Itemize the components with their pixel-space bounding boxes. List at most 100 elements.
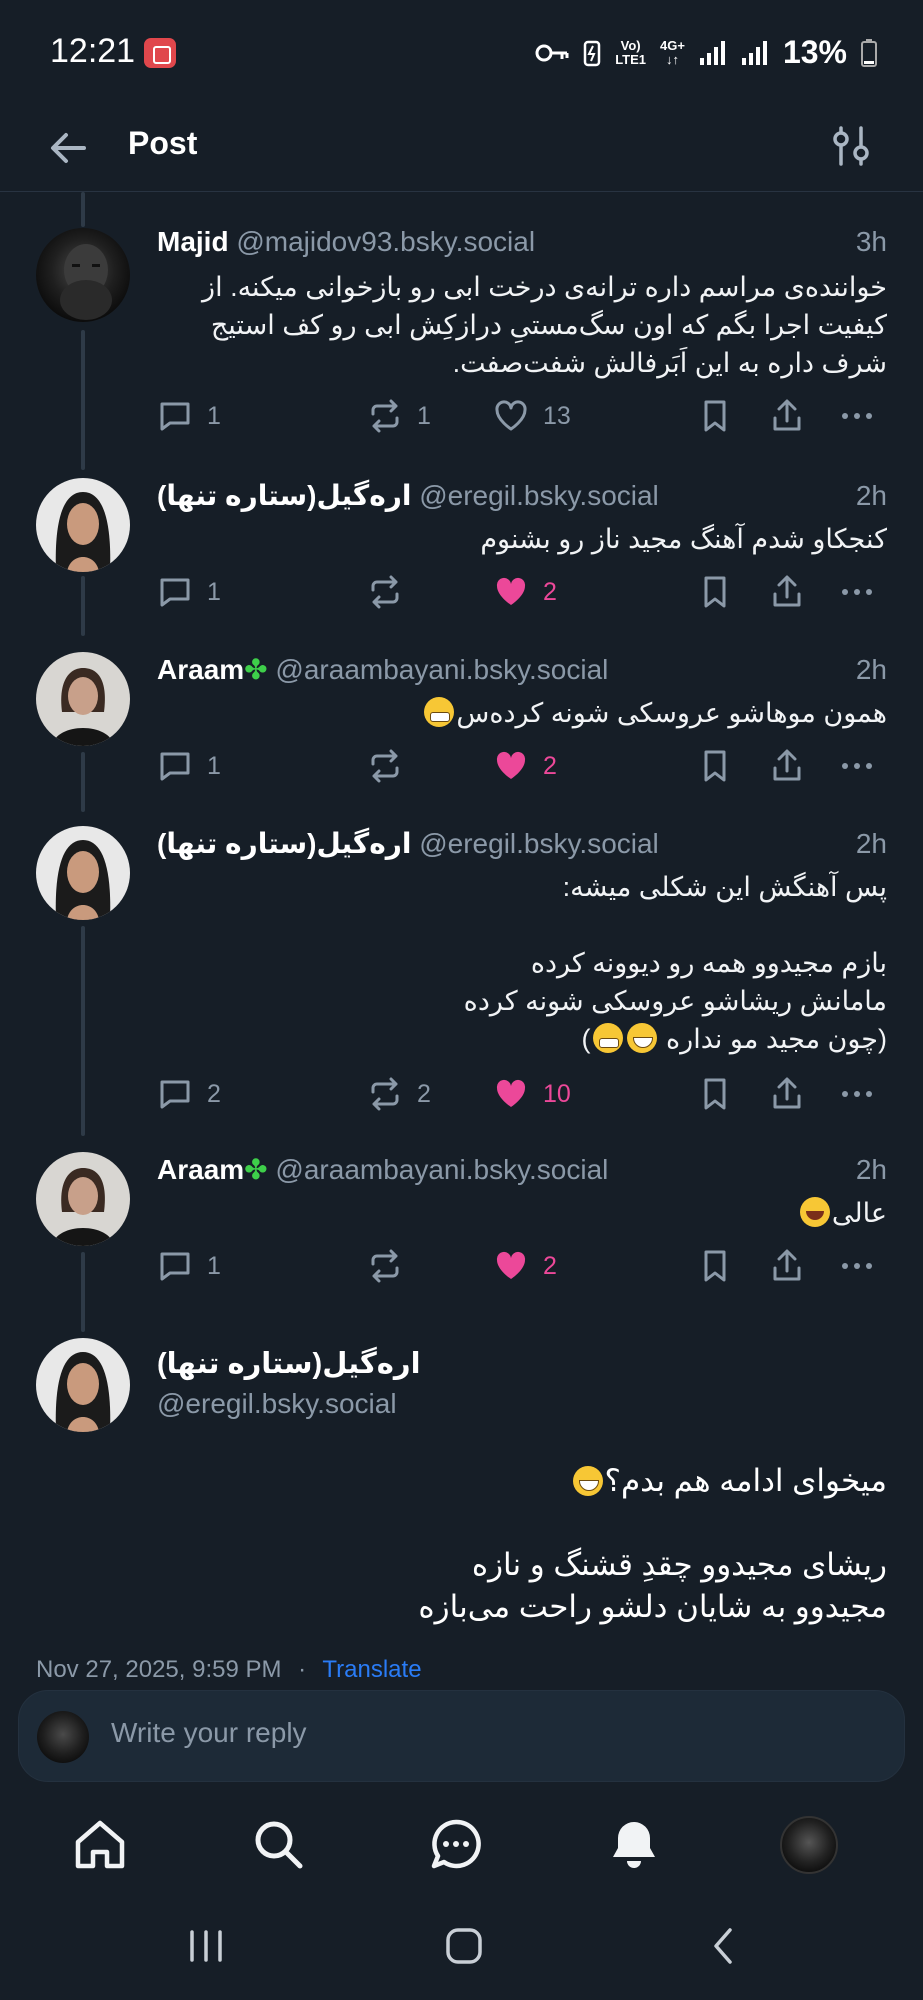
- share-button[interactable]: [769, 1248, 805, 1284]
- repost-button[interactable]: [367, 748, 403, 784]
- system-navigation-bar: [0, 1900, 923, 2000]
- post-actions: 1 2: [157, 748, 887, 792]
- more-button[interactable]: [839, 1248, 875, 1284]
- thread-settings-icon[interactable]: [829, 124, 873, 168]
- bookmark-button[interactable]: [697, 574, 733, 610]
- author-name[interactable]: Araam✤: [157, 654, 268, 685]
- reply-icon: [160, 578, 190, 607]
- like-button[interactable]: 2: [493, 748, 557, 784]
- post-time[interactable]: 2h: [856, 650, 887, 690]
- bottom-tab-bar: [0, 1790, 923, 1900]
- clover-emoji-icon: ✤: [244, 1154, 268, 1185]
- author-handle[interactable]: @majidov93.bsky.social: [236, 226, 535, 257]
- lte-label: LTE1: [615, 51, 647, 67]
- avatar-face-icon: [55, 840, 111, 920]
- repost-count: 1: [417, 401, 431, 430]
- bookmark-button[interactable]: [697, 1076, 733, 1112]
- share-icon: [773, 1249, 801, 1281]
- post-time[interactable]: 3h: [856, 222, 887, 262]
- thread-post[interactable]: Araam✤ @araambayani.bsky.social 2h همون …: [0, 650, 923, 800]
- reply-placeholder[interactable]: Write your reply: [111, 1717, 307, 1749]
- author-name[interactable]: اره‌گیل(ستاره تنها): [157, 1346, 421, 1381]
- status-time: 12:21: [50, 32, 136, 70]
- notifications-bell-icon[interactable]: [606, 1816, 662, 1872]
- more-button[interactable]: [839, 574, 875, 610]
- bookmark-button[interactable]: [697, 748, 733, 784]
- bookmark-button[interactable]: [697, 398, 733, 434]
- share-button[interactable]: [769, 748, 805, 784]
- repost-button[interactable]: [367, 1248, 403, 1284]
- battery-icon: [861, 38, 877, 67]
- back-nav-icon[interactable]: [704, 1926, 744, 1966]
- thread-post[interactable]: اره‌گیل(ستاره تنها) @eregil.bsky.social …: [0, 476, 923, 626]
- author-name[interactable]: اره‌گیل(ستاره تنها): [157, 480, 411, 511]
- post-text-line: میخوای ادامه هم بدم؟: [36, 1460, 887, 1502]
- bookmark-button[interactable]: [697, 1248, 733, 1284]
- recent-apps-icon[interactable]: [186, 1926, 226, 1966]
- bookmark-icon: [704, 1078, 726, 1110]
- bookmark-icon: [704, 1250, 726, 1282]
- post-text: کنجکاو شدم آهنگ مجید ناز رو بشنوم: [480, 524, 887, 554]
- battery-percentage: 13%: [782, 34, 847, 70]
- avatar[interactable]: [36, 652, 130, 746]
- author-handle[interactable]: @eregil.bsky.social: [419, 828, 659, 859]
- more-button[interactable]: [839, 1076, 875, 1112]
- home-nav-icon[interactable]: [444, 1926, 484, 1966]
- thread-post[interactable]: Majid @majidov93.bsky.social 3h خواننده‌…: [0, 222, 923, 442]
- author-handle[interactable]: @araambayani.bsky.social: [275, 654, 608, 685]
- post-time[interactable]: 2h: [856, 824, 887, 864]
- like-button[interactable]: 2: [493, 574, 557, 610]
- author-handle[interactable]: @araambayani.bsky.social: [275, 1154, 608, 1185]
- share-button[interactable]: [769, 398, 805, 434]
- reply-icon: [160, 1252, 190, 1281]
- post-time[interactable]: 2h: [856, 1150, 887, 1190]
- author-handle[interactable]: @eregil.bsky.social: [157, 1388, 397, 1420]
- more-button[interactable]: [839, 398, 875, 434]
- author-name[interactable]: Araam✤: [157, 1154, 268, 1185]
- share-button[interactable]: [769, 1076, 805, 1112]
- post-actions: 1 1 13: [157, 398, 887, 442]
- reply-button[interactable]: 1: [157, 574, 221, 610]
- avatar[interactable]: [36, 478, 130, 572]
- reply-button[interactable]: 1: [157, 398, 221, 434]
- reply-count: 1: [207, 577, 221, 606]
- reply-button[interactable]: 1: [157, 748, 221, 784]
- share-icon: [773, 575, 801, 607]
- repost-icon: [371, 1077, 399, 1111]
- like-button[interactable]: 2: [493, 1248, 557, 1284]
- translate-link[interactable]: Translate: [322, 1656, 421, 1683]
- repost-button[interactable]: 2: [367, 1076, 431, 1112]
- signal-icon: [699, 40, 725, 65]
- thread-post[interactable]: اره‌گیل(ستاره تنها) @eregil.bsky.social …: [0, 824, 923, 1124]
- profile-tab-avatar[interactable]: [780, 1816, 838, 1874]
- grimacing-emoji-icon: [592, 1023, 623, 1053]
- like-button[interactable]: 13: [493, 398, 571, 434]
- repost-button[interactable]: [367, 574, 403, 610]
- search-icon[interactable]: [250, 1816, 306, 1872]
- reply-button[interactable]: 2: [157, 1076, 221, 1112]
- author-name[interactable]: Majid: [157, 226, 229, 257]
- repost-button[interactable]: 1: [367, 398, 431, 434]
- more-button[interactable]: [839, 748, 875, 784]
- post-time[interactable]: 2h: [856, 476, 887, 516]
- share-button[interactable]: [769, 574, 805, 610]
- author-handle[interactable]: @eregil.bsky.social: [419, 480, 659, 511]
- reply-button[interactable]: 1: [157, 1248, 221, 1284]
- author-name[interactable]: اره‌گیل(ستاره تنها): [157, 828, 411, 859]
- repost-icon: [371, 1249, 399, 1283]
- avatar[interactable]: [36, 228, 130, 322]
- more-dots-icon: [842, 413, 872, 419]
- avatar[interactable]: [36, 826, 130, 920]
- avatar[interactable]: [36, 1338, 130, 1432]
- like-count: 2: [543, 1251, 557, 1280]
- home-icon[interactable]: [72, 1816, 128, 1872]
- avatar[interactable]: [36, 1152, 130, 1246]
- signal-icon-2: [741, 40, 767, 65]
- post-text-line: پس آهنگش این شکلی میشه:: [562, 872, 887, 902]
- chat-icon[interactable]: [428, 1816, 484, 1872]
- like-button[interactable]: 10: [493, 1076, 571, 1112]
- reply-composer[interactable]: Write your reply: [18, 1690, 905, 1782]
- post-text-content: عالی: [831, 1198, 887, 1228]
- back-arrow-icon[interactable]: [44, 124, 92, 172]
- thread-post[interactable]: Araam✤ @araambayani.bsky.social 2h عالی …: [0, 1150, 923, 1300]
